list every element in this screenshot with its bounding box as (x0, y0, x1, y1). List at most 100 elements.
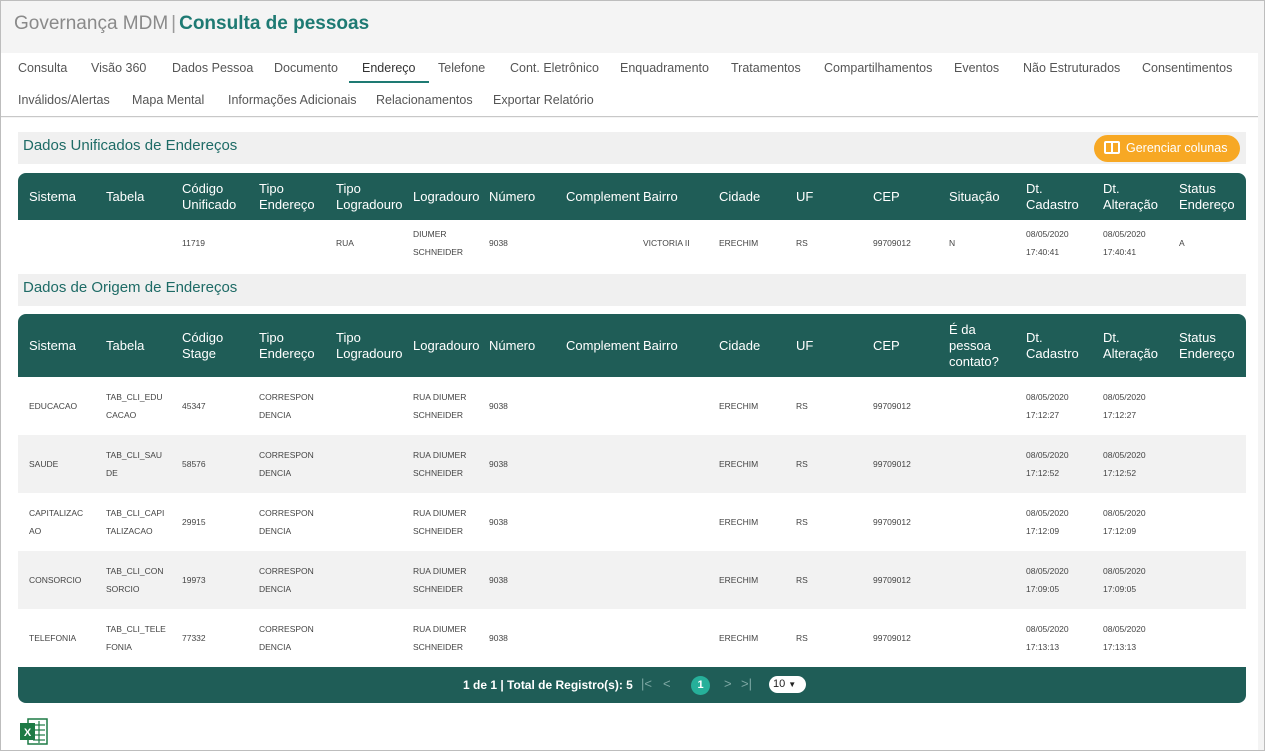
cell-tabela: TAB_CLI_EDU CACAO (106, 392, 163, 420)
next-page-icon[interactable]: > (724, 676, 732, 691)
column-header-dt-cadastro[interactable]: Dt. Cadastro (1026, 181, 1100, 213)
column-header-status-endereco[interactable]: Status Endereço (1179, 330, 1253, 362)
cell-sistema: EDUCACAO (29, 401, 78, 411)
column-header-dt-alteracao[interactable]: Dt. Alteração (1103, 181, 1177, 213)
column-header-numero[interactable]: Número (489, 189, 563, 205)
column-header-complemento[interactable]: Complemento (566, 338, 640, 354)
cell-codigo: 58576 (182, 459, 206, 469)
cell-uf: RS (796, 633, 808, 643)
column-header-logradouro[interactable]: Logradouro (413, 338, 487, 354)
column-header-bairro[interactable]: Bairro (643, 338, 717, 354)
last-page-icon[interactable]: >| (741, 676, 752, 691)
page-size-value: 10 (773, 678, 786, 690)
cell-sistema: CAPITALIZAC AO (29, 508, 84, 536)
column-header-numero[interactable]: Número (489, 338, 563, 354)
cell-logradouro: RUA DIUMER SCHNEIDER (413, 624, 467, 652)
tab-item[interactable]: Informações Adicionais (228, 93, 357, 115)
column-header-tipo-logradouro[interactable]: Tipo Logradouro (336, 181, 410, 213)
page-size-select[interactable]: 10 ▼ (769, 676, 806, 693)
cell-cep: 99709012 (873, 459, 911, 469)
pagination-info: 1 de 1 | Total de Registro(s): 5 (463, 678, 633, 692)
cell-tabela: TAB_CLI_TELE FONIA (106, 624, 166, 652)
column-header-status-endereco[interactable]: Status Endereço (1179, 181, 1253, 213)
manage-columns-button[interactable]: Gerenciar colunas (1094, 135, 1240, 162)
cell-cep: 99709012 (873, 517, 911, 527)
cell-tipo-endereco: CORRESPON DENCIA (259, 508, 314, 536)
cell-bairro: VICTORIA II (643, 238, 690, 248)
cell-dt-cadastro: 08/05/2020 17:13:13 (1026, 624, 1069, 652)
origin-section-title: Dados de Origem de Endereços (18, 274, 1246, 306)
column-header-situacao[interactable]: É da pessoa contato? (949, 322, 1023, 370)
tab-item[interactable]: Cont. Eletrônico (510, 61, 599, 83)
column-header-complemento[interactable]: Complemento (566, 189, 640, 205)
column-header-cidade[interactable]: Cidade (719, 338, 793, 354)
column-header-sistema[interactable]: Sistema (29, 189, 103, 205)
tab-item[interactable]: Mapa Mental (132, 93, 204, 115)
tab-item[interactable]: Consulta (18, 61, 67, 83)
current-page-button[interactable]: 1 (691, 676, 710, 695)
column-header-cep[interactable]: CEP (873, 338, 947, 354)
tab-item[interactable]: Exportar Relatório (493, 93, 594, 115)
cell-tabela: TAB_CLI_CAPI TALIZACAO (106, 508, 165, 536)
cell-dt-cadastro: 08/05/2020 17:40:41 (1026, 229, 1069, 257)
column-header-dt-cadastro[interactable]: Dt. Cadastro (1026, 330, 1100, 362)
column-header-cidade[interactable]: Cidade (719, 189, 793, 205)
cell-status-endereco: A (1179, 238, 1185, 248)
cell-dt-cadastro: 08/05/2020 17:09:05 (1026, 566, 1069, 594)
cell-tabela: TAB_CLI_CON SORCIO (106, 566, 164, 594)
column-header-tipo-endereco[interactable]: Tipo Endereço (259, 181, 333, 213)
column-header-dt-alteracao[interactable]: Dt. Alteração (1103, 330, 1177, 362)
tab-item[interactable]: Tratamentos (731, 61, 801, 83)
tab-item[interactable]: Documento (274, 61, 338, 83)
cell-dt-alteracao: 08/05/2020 17:13:13 (1103, 624, 1146, 652)
prev-page-icon[interactable]: < (663, 676, 671, 691)
cell-cep: 99709012 (873, 633, 911, 643)
tab-item[interactable]: Endereço (349, 61, 428, 83)
cell-codigo: 19973 (182, 575, 206, 585)
cell-sistema: CONSORCIO (29, 575, 82, 585)
tab-item[interactable]: Visão 360 (91, 61, 146, 83)
unified-table-header: Sistema Tabela Código Unificado Tipo Endere… (18, 173, 1246, 220)
column-header-bairro[interactable]: Bairro (643, 189, 717, 205)
tab-item[interactable]: Telefone (438, 61, 485, 83)
column-header-tipo-endereco[interactable]: Tipo Endereço (259, 330, 333, 362)
cell-numero: 9038 (489, 517, 508, 527)
cell-cep: 99709012 (873, 238, 911, 248)
excel-icon[interactable]: X (19, 718, 48, 745)
cell-dt-alteracao: 08/05/2020 17:09:05 (1103, 566, 1146, 594)
cell-numero: 9038 (489, 633, 508, 643)
column-header-tabela[interactable]: Tabela (106, 189, 180, 205)
column-header-tabela[interactable]: Tabela (106, 338, 180, 354)
cell-logradouro: RUA DIUMER SCHNEIDER (413, 450, 467, 478)
tab-item[interactable]: Dados Pessoa (172, 61, 253, 83)
column-header-logradouro[interactable]: Logradouro (413, 189, 487, 205)
column-header-situacao[interactable]: Situação (949, 189, 1023, 205)
tab-item[interactable]: Compartilhamentos (824, 61, 932, 83)
column-header-uf[interactable]: UF (796, 338, 870, 354)
tab-bar: Consulta Visão 360 Dados Pessoa Documento En… (1, 53, 1258, 117)
cell-uf: RS (796, 401, 808, 411)
column-header-codigo[interactable]: Código Unificado (182, 181, 256, 213)
cell-codigo: 45347 (182, 401, 206, 411)
column-header-cep[interactable]: CEP (873, 189, 947, 205)
cell-situacao: N (949, 238, 956, 248)
cell-sistema: SAUDE (29, 459, 59, 469)
cell-uf: RS (796, 517, 808, 527)
tab-item[interactable]: Enquadramento (620, 61, 709, 83)
tab-item[interactable]: Relacionamentos (376, 93, 473, 115)
tab-item[interactable]: Consentimentos (1142, 61, 1232, 83)
cell-logradouro: RUA DIUMER SCHNEIDER (413, 392, 467, 420)
first-page-icon[interactable]: |< (641, 676, 652, 691)
cell-dt-cadastro: 08/05/2020 17:12:09 (1026, 508, 1069, 536)
app-header: Governança MDM | Consulta de pessoas (1, 1, 1264, 53)
columns-icon (1104, 141, 1120, 154)
tab-item[interactable]: Inválidos/Alertas (18, 93, 110, 115)
origin-table-header: Sistema Tabela Código Stage Tipo Endereço Ti… (18, 314, 1246, 377)
column-header-codigo[interactable]: Código Stage (182, 330, 256, 362)
column-header-sistema[interactable]: Sistema (29, 338, 103, 354)
tab-item[interactable]: Eventos (954, 61, 999, 83)
cell-tipo-logradouro: RUA (336, 238, 354, 248)
column-header-tipo-logradouro[interactable]: Tipo Logradouro (336, 330, 410, 362)
tab-item[interactable]: Não Estruturados (1023, 61, 1120, 83)
column-header-uf[interactable]: UF (796, 189, 870, 205)
